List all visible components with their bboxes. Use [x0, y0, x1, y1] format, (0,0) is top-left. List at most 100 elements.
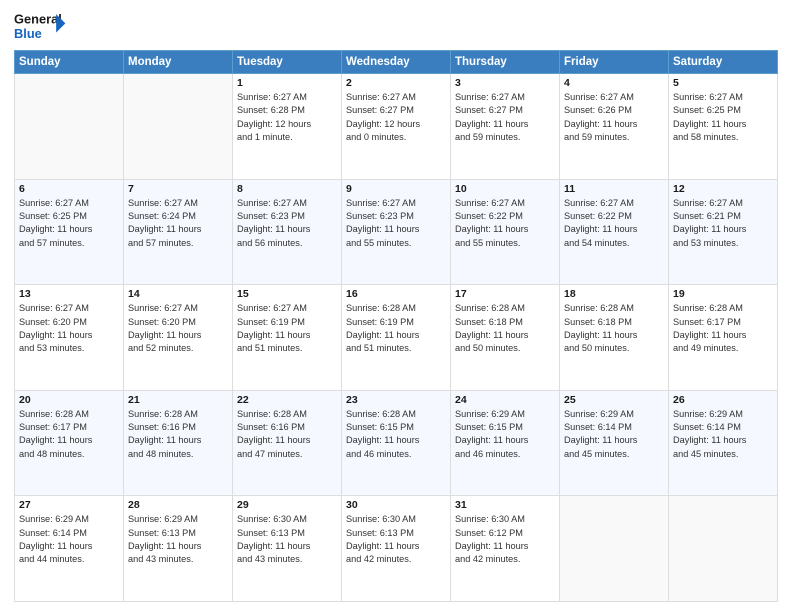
- weekday-header: Wednesday: [342, 51, 451, 74]
- day-info: Sunrise: 6:28 AM Sunset: 6:18 PM Dayligh…: [564, 302, 664, 355]
- weekday-header: Sunday: [15, 51, 124, 74]
- day-info: Sunrise: 6:27 AM Sunset: 6:24 PM Dayligh…: [128, 197, 228, 250]
- day-number: 9: [346, 183, 446, 195]
- calendar-cell: 9 Sunrise: 6:27 AM Sunset: 6:23 PM Daylig…: [342, 179, 451, 285]
- day-number: 10: [455, 183, 555, 195]
- day-info: Sunrise: 6:27 AM Sunset: 6:23 PM Dayligh…: [237, 197, 337, 250]
- day-number: 29: [237, 499, 337, 511]
- day-info: Sunrise: 6:28 AM Sunset: 6:18 PM Dayligh…: [455, 302, 555, 355]
- logo: GeneralBlue: [14, 10, 69, 44]
- calendar-table: SundayMondayTuesdayWednesdayThursdayFrid…: [14, 50, 778, 602]
- day-info: Sunrise: 6:27 AM Sunset: 6:26 PM Dayligh…: [564, 91, 664, 144]
- day-number: 25: [564, 394, 664, 406]
- day-info: Sunrise: 6:27 AM Sunset: 6:28 PM Dayligh…: [237, 91, 337, 144]
- day-number: 22: [237, 394, 337, 406]
- day-info: Sunrise: 6:29 AM Sunset: 6:14 PM Dayligh…: [564, 408, 664, 461]
- day-number: 28: [128, 499, 228, 511]
- calendar-cell: 8 Sunrise: 6:27 AM Sunset: 6:23 PM Daylig…: [233, 179, 342, 285]
- day-number: 15: [237, 288, 337, 300]
- calendar-cell: [15, 74, 124, 180]
- day-info: Sunrise: 6:27 AM Sunset: 6:27 PM Dayligh…: [455, 91, 555, 144]
- day-number: 17: [455, 288, 555, 300]
- calendar-cell: 13 Sunrise: 6:27 AM Sunset: 6:20 PM Dayli…: [15, 285, 124, 391]
- day-number: 6: [19, 183, 119, 195]
- day-number: 18: [564, 288, 664, 300]
- day-number: 4: [564, 77, 664, 89]
- day-number: 7: [128, 183, 228, 195]
- day-number: 2: [346, 77, 446, 89]
- calendar-cell: 31 Sunrise: 6:30 AM Sunset: 6:12 PM Dayli…: [451, 496, 560, 602]
- day-info: Sunrise: 6:28 AM Sunset: 6:16 PM Dayligh…: [128, 408, 228, 461]
- calendar-cell: 26 Sunrise: 6:29 AM Sunset: 6:14 PM Dayli…: [669, 390, 778, 496]
- day-number: 5: [673, 77, 773, 89]
- day-number: 30: [346, 499, 446, 511]
- calendar-cell: 25 Sunrise: 6:29 AM Sunset: 6:14 PM Dayli…: [560, 390, 669, 496]
- calendar-cell: 23 Sunrise: 6:28 AM Sunset: 6:15 PM Dayli…: [342, 390, 451, 496]
- calendar-cell: 29 Sunrise: 6:30 AM Sunset: 6:13 PM Dayli…: [233, 496, 342, 602]
- day-info: Sunrise: 6:29 AM Sunset: 6:15 PM Dayligh…: [455, 408, 555, 461]
- weekday-header: Thursday: [451, 51, 560, 74]
- calendar-cell: 19 Sunrise: 6:28 AM Sunset: 6:17 PM Dayli…: [669, 285, 778, 391]
- svg-text:General: General: [14, 11, 62, 26]
- day-number: 20: [19, 394, 119, 406]
- day-info: Sunrise: 6:27 AM Sunset: 6:22 PM Dayligh…: [564, 197, 664, 250]
- day-info: Sunrise: 6:27 AM Sunset: 6:25 PM Dayligh…: [19, 197, 119, 250]
- day-number: 12: [673, 183, 773, 195]
- day-number: 8: [237, 183, 337, 195]
- calendar-cell: 22 Sunrise: 6:28 AM Sunset: 6:16 PM Dayli…: [233, 390, 342, 496]
- day-info: Sunrise: 6:27 AM Sunset: 6:20 PM Dayligh…: [128, 302, 228, 355]
- day-number: 21: [128, 394, 228, 406]
- calendar-cell: 15Sunrise: 6:27 AM Sunset: 6:19 PM Dayli…: [233, 285, 342, 391]
- day-info: Sunrise: 6:29 AM Sunset: 6:13 PM Dayligh…: [128, 513, 228, 566]
- day-number: 31: [455, 499, 555, 511]
- calendar-cell: 21 Sunrise: 6:28 AM Sunset: 6:16 PM Dayli…: [124, 390, 233, 496]
- day-info: Sunrise: 6:30 AM Sunset: 6:13 PM Dayligh…: [237, 513, 337, 566]
- calendar-cell: 14 Sunrise: 6:27 AM Sunset: 6:20 PM Dayli…: [124, 285, 233, 391]
- weekday-header: Monday: [124, 51, 233, 74]
- day-info: Sunrise: 6:30 AM Sunset: 6:13 PM Dayligh…: [346, 513, 446, 566]
- calendar-cell: 2Sunrise: 6:27 AM Sunset: 6:27 PM Daylig…: [342, 74, 451, 180]
- calendar-cell: 16 Sunrise: 6:28 AM Sunset: 6:19 PM Dayli…: [342, 285, 451, 391]
- day-number: 14: [128, 288, 228, 300]
- svg-text:Blue: Blue: [14, 26, 42, 41]
- calendar-cell: 11 Sunrise: 6:27 AM Sunset: 6:22 PM Dayli…: [560, 179, 669, 285]
- day-info: Sunrise: 6:30 AM Sunset: 6:12 PM Dayligh…: [455, 513, 555, 566]
- day-number: 27: [19, 499, 119, 511]
- day-number: 13: [19, 288, 119, 300]
- day-info: Sunrise: 6:28 AM Sunset: 6:16 PM Dayligh…: [237, 408, 337, 461]
- calendar-cell: 18 Sunrise: 6:28 AM Sunset: 6:18 PM Dayli…: [560, 285, 669, 391]
- day-number: 19: [673, 288, 773, 300]
- calendar-cell: 27 Sunrise: 6:29 AM Sunset: 6:14 PM Dayli…: [15, 496, 124, 602]
- day-number: 16: [346, 288, 446, 300]
- day-number: 24: [455, 394, 555, 406]
- calendar-cell: [669, 496, 778, 602]
- day-info: Sunrise: 6:28 AM Sunset: 6:19 PM Dayligh…: [346, 302, 446, 355]
- calendar-cell: 3 Sunrise: 6:27 AM Sunset: 6:27 PM Daylig…: [451, 74, 560, 180]
- day-info: Sunrise: 6:27 AM Sunset: 6:22 PM Dayligh…: [455, 197, 555, 250]
- calendar-cell: 4 Sunrise: 6:27 AM Sunset: 6:26 PM Daylig…: [560, 74, 669, 180]
- day-info: Sunrise: 6:27 AM Sunset: 6:23 PM Dayligh…: [346, 197, 446, 250]
- calendar-cell: 12 Sunrise: 6:27 AM Sunset: 6:21 PM Dayli…: [669, 179, 778, 285]
- day-info: Sunrise: 6:27 AM Sunset: 6:21 PM Dayligh…: [673, 197, 773, 250]
- day-info: Sunrise: 6:29 AM Sunset: 6:14 PM Dayligh…: [19, 513, 119, 566]
- calendar-cell: 1Sunrise: 6:27 AM Sunset: 6:28 PM Daylig…: [233, 74, 342, 180]
- calendar-cell: 6 Sunrise: 6:27 AM Sunset: 6:25 PM Daylig…: [15, 179, 124, 285]
- day-info: Sunrise: 6:28 AM Sunset: 6:17 PM Dayligh…: [19, 408, 119, 461]
- calendar-cell: 5Sunrise: 6:27 AM Sunset: 6:25 PM Daylig…: [669, 74, 778, 180]
- day-info: Sunrise: 6:29 AM Sunset: 6:14 PM Dayligh…: [673, 408, 773, 461]
- weekday-header: Tuesday: [233, 51, 342, 74]
- weekday-header: Friday: [560, 51, 669, 74]
- day-number: 3: [455, 77, 555, 89]
- day-info: Sunrise: 6:28 AM Sunset: 6:17 PM Dayligh…: [673, 302, 773, 355]
- calendar-cell: 10 Sunrise: 6:27 AM Sunset: 6:22 PM Dayli…: [451, 179, 560, 285]
- day-number: 11: [564, 183, 664, 195]
- calendar-cell: 30 Sunrise: 6:30 AM Sunset: 6:13 PM Dayli…: [342, 496, 451, 602]
- day-number: 26: [673, 394, 773, 406]
- calendar-cell: 20 Sunrise: 6:28 AM Sunset: 6:17 PM Dayli…: [15, 390, 124, 496]
- day-info: Sunrise: 6:27 AM Sunset: 6:20 PM Dayligh…: [19, 302, 119, 355]
- calendar-cell: [124, 74, 233, 180]
- day-number: 23: [346, 394, 446, 406]
- calendar-cell: [560, 496, 669, 602]
- calendar-cell: 17 Sunrise: 6:28 AM Sunset: 6:18 PM Dayli…: [451, 285, 560, 391]
- day-info: Sunrise: 6:28 AM Sunset: 6:15 PM Dayligh…: [346, 408, 446, 461]
